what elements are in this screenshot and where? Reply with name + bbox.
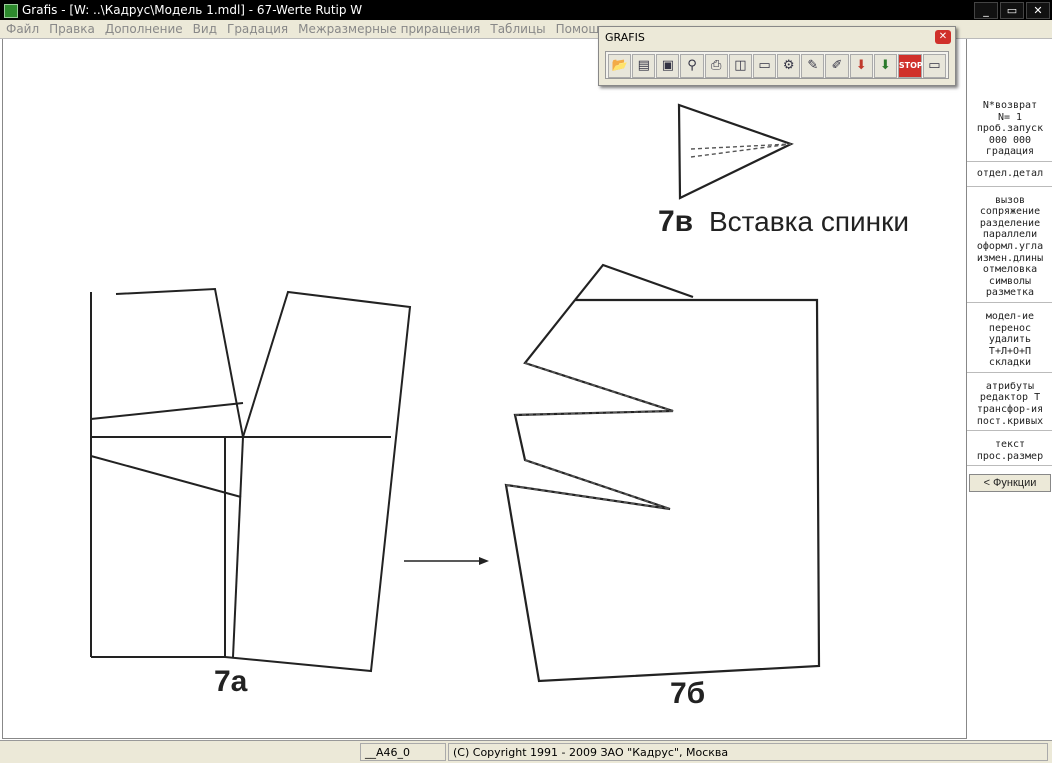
menu-tables[interactable]: Таблицы	[486, 20, 549, 38]
printer-icon[interactable]: ⎙	[704, 54, 728, 78]
layers-icon[interactable]: ◫	[728, 54, 752, 78]
panel-item[interactable]: отмеловка	[967, 264, 1052, 276]
menu-addons[interactable]: Дополнение	[101, 20, 187, 38]
panel-item[interactable]: разметка	[967, 287, 1052, 299]
download-green-icon[interactable]: ⬇	[873, 54, 897, 78]
menu-view[interactable]: Вид	[189, 20, 221, 38]
menu-edit[interactable]: Правка	[45, 20, 99, 38]
window-title: Grafis - [W: ..\Кадрус\Модель 1.mdl] - 6…	[22, 3, 363, 17]
close-button[interactable]: ✕	[1026, 2, 1050, 19]
panel-group-detail: отдел.детал	[967, 162, 1052, 187]
pattern-7a	[90, 287, 412, 673]
function-panel: N*возврат N= 1 проб.запуск 000 000 града…	[966, 39, 1052, 738]
open-folder-icon[interactable]: 📂	[608, 54, 632, 78]
save-icon[interactable]: ▣	[656, 54, 680, 78]
panel-item[interactable]: редактор Т	[967, 392, 1052, 404]
panel-item[interactable]: разделение	[967, 218, 1052, 230]
functions-button[interactable]: < Функции	[969, 474, 1051, 493]
toolbar-title: GRAFIS	[605, 31, 645, 44]
monitor-icon[interactable]: ▭	[922, 54, 947, 78]
panel-group-text: текст прос.размер	[967, 431, 1052, 467]
window-controls: _ ▭ ✕	[974, 2, 1050, 19]
minimize-button[interactable]: _	[974, 2, 998, 19]
label-7v-caption: Вставка спинки	[709, 206, 910, 237]
panel-group-modeling: модел-ие перенос удалить Т+Л+О+П складки	[967, 303, 1052, 373]
panel-item[interactable]: прос.размер	[967, 451, 1052, 463]
panel-item[interactable]: пост.кривых	[967, 416, 1052, 428]
stop-icon[interactable]: STOP	[897, 54, 923, 78]
drawing-canvas[interactable]: 7а 7б 7в Вставка спинки	[2, 39, 967, 739]
label-7v-number: 7в	[658, 205, 694, 238]
label-7a: 7а	[214, 665, 248, 698]
panel-item[interactable]: отдел.детал	[967, 168, 1052, 180]
restore-button[interactable]: ▭	[1000, 2, 1024, 19]
open-file-icon[interactable]: ▤	[632, 54, 656, 78]
panel-item[interactable]: трансфор-ия	[967, 404, 1052, 416]
panel-item[interactable]: N*возврат	[967, 100, 1052, 112]
panel-item[interactable]: оформл.угла	[967, 241, 1052, 253]
magnifier-icon[interactable]: ⚲	[680, 54, 704, 78]
panel-group-construct: вызов сопряжение разделение параллели оф…	[967, 187, 1052, 303]
grafis-toolbar[interactable]: GRAFIS ✕ 📂 ▤ ▣ ⚲ ⎙ ◫ ▭ ⚙ ✎ ✐ ⬇ ⬇ STOP ▭	[598, 26, 956, 86]
shape-edit-icon[interactable]: ✎	[801, 54, 825, 78]
toolbar-buttons: 📂 ▤ ▣ ⚲ ⎙ ◫ ▭ ⚙ ✎ ✐ ⬇ ⬇ STOP ▭	[605, 51, 949, 79]
arrow-head	[479, 557, 489, 565]
grafis-app-icon	[4, 4, 18, 18]
menu-grading[interactable]: Градация	[223, 20, 292, 38]
menu-file[interactable]: Файл	[2, 20, 43, 38]
panel-item[interactable]: текст	[967, 439, 1052, 451]
download-red-icon[interactable]: ⬇	[849, 54, 873, 78]
ruler-icon[interactable]: ▭	[752, 54, 777, 78]
panel-item[interactable]: атрибуты	[967, 381, 1052, 393]
panel-item[interactable]: сопряжение	[967, 206, 1052, 218]
panel-item[interactable]: удалить	[967, 334, 1052, 346]
toolbar-close-icon[interactable]: ✕	[935, 30, 951, 44]
panel-item[interactable]: модел-ие	[967, 311, 1052, 323]
panel-item[interactable]: проб.запуск	[967, 123, 1052, 135]
menu-size-increments[interactable]: Межразмерные приращения	[294, 20, 484, 38]
panel-group-attributes: атрибуты редактор Т трансфор-ия пост.кри…	[967, 373, 1052, 432]
status-copyright: (C) Copyright 1991 - 2009 ЗАО "Кадрус", …	[448, 743, 1048, 761]
shape-edit-2-icon[interactable]: ✐	[825, 54, 849, 78]
panel-item[interactable]: Т+Л+О+П	[967, 346, 1052, 358]
panel-item[interactable]: параллели	[967, 229, 1052, 241]
title-bar: Grafis - [W: ..\Кадрус\Модель 1.mdl] - 6…	[0, 0, 1052, 20]
panel-item: 000 000	[988, 134, 1032, 146]
panel-item[interactable]: символы	[967, 276, 1052, 288]
panel-item[interactable]: перенос	[967, 323, 1052, 335]
panel-item[interactable]: вызов	[967, 195, 1052, 207]
pattern-7b	[504, 263, 821, 683]
pattern-drawing	[90, 103, 821, 683]
tools-icon[interactable]: ⚙	[777, 54, 801, 78]
panel-group-status: N*возврат N= 1 проб.запуск 000 000 града…	[967, 97, 1052, 162]
label-7b: 7б	[670, 677, 706, 710]
panel-item[interactable]: градация	[967, 146, 1052, 158]
panel-item: N= 1	[997, 111, 1023, 123]
status-bar: __A46_0 (C) Copyright 1991 - 2009 ЗАО "К…	[0, 740, 1052, 763]
insert-7v	[677, 103, 794, 200]
panel-item[interactable]: складки	[967, 357, 1052, 369]
status-size-cell: __A46_0	[360, 743, 446, 761]
panel-item[interactable]: измен.длины	[967, 253, 1052, 265]
